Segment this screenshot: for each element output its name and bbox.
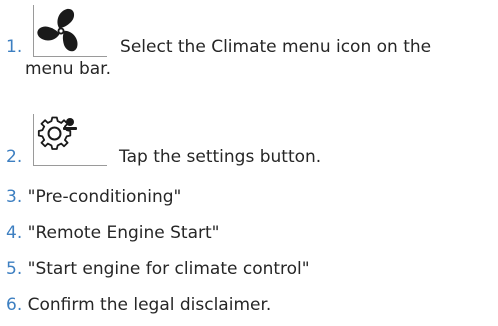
step-3: 3. "Pre-conditioning" xyxy=(6,186,181,208)
step-number: 2. xyxy=(6,147,23,167)
step-2: 2. Tap the settings button. xyxy=(6,146,321,168)
step-text: Tap the settings button. xyxy=(119,147,322,167)
instruction-list: 1. Select the Climate menu icon on the m… xyxy=(0,0,498,326)
step-1: 1. Select the Climate menu icon on the xyxy=(6,36,431,58)
step-text: Confirm the legal disclaimer. xyxy=(27,295,272,315)
step-5: 5. "Start engine for climate control" xyxy=(6,258,310,280)
step-number: 5. xyxy=(6,259,23,279)
step-number: 4. xyxy=(6,223,23,243)
step-text-continuation: menu bar. xyxy=(25,59,112,79)
step-number: 6. xyxy=(6,295,23,315)
step-4: 4. "Remote Engine Start" xyxy=(6,222,219,244)
step-6: 6. Confirm the legal disclaimer. xyxy=(6,294,271,316)
step-text: "Pre-conditioning" xyxy=(27,187,182,207)
step-number: 1. xyxy=(6,37,23,57)
step-text: Select the Climate menu icon on the xyxy=(120,37,432,57)
step-text: "Remote Engine Start" xyxy=(27,223,220,243)
step-text: "Start engine for climate control" xyxy=(27,259,310,279)
step-number: 3. xyxy=(6,187,23,207)
